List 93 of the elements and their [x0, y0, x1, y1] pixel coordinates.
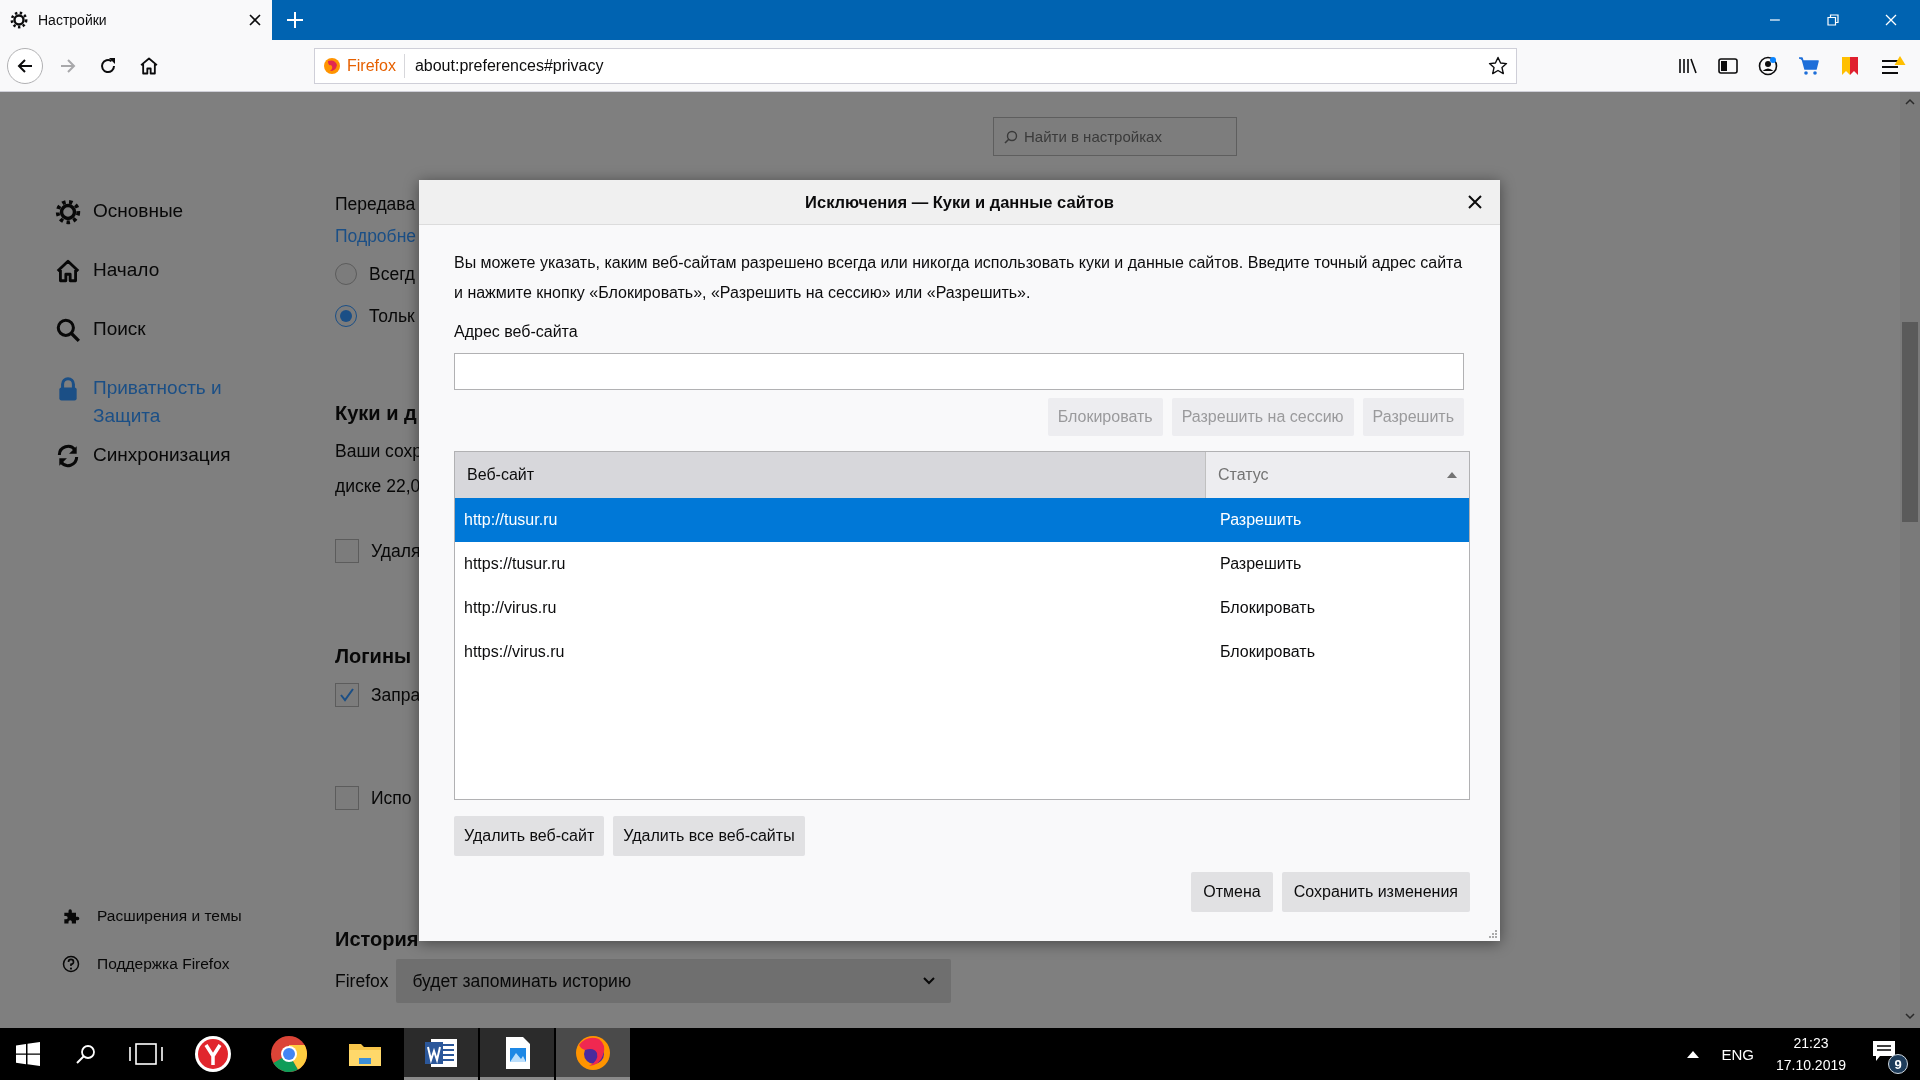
checkbox-label: Испо	[371, 787, 412, 809]
status-cell-text: Разрешить	[1219, 555, 1303, 573]
site-cell-text: https://virus.ru	[463, 643, 566, 661]
caret-up-icon[interactable]	[1687, 1050, 1700, 1058]
clock[interactable]: 21:23 17.10.2019	[1775, 1032, 1846, 1076]
notification-icon	[1872, 1040, 1896, 1062]
start-icon[interactable]	[16, 1042, 40, 1066]
section-heading: Куки и д	[335, 401, 417, 425]
help-icon	[61, 954, 81, 974]
status-cell-text: Блокировать	[1219, 599, 1316, 617]
task-view-icon[interactable]	[129, 1043, 163, 1065]
site-cell-text: http://virus.ru	[463, 599, 558, 617]
url-text: about:preferences#privacy	[414, 56, 605, 75]
search-placeholder: Найти в настройках	[1024, 128, 1162, 145]
section-heading: Логины	[335, 644, 412, 668]
search-field[interactable]: Найти в настройках	[993, 117, 1237, 156]
checkbox-label: Удаля	[371, 540, 421, 562]
sidebar-icon[interactable]	[1718, 56, 1738, 75]
checkmark-icon	[339, 687, 355, 703]
home-icon[interactable]	[139, 55, 159, 76]
close-icon[interactable]	[1468, 195, 1482, 209]
gear-icon	[55, 199, 81, 225]
checkbox[interactable]	[335, 539, 359, 563]
status-cell-text: Блокировать	[1219, 643, 1316, 661]
account-icon[interactable]	[1758, 55, 1778, 76]
sidebar-item[interactable]: Поиск	[55, 315, 235, 363]
table-row[interactable]: http://tusur.ru Разрешить	[455, 498, 1469, 542]
menu-icon[interactable]	[1880, 54, 1906, 77]
table-row[interactable]: http://virus.ru Блокировать	[455, 586, 1469, 630]
back-button[interactable]	[7, 47, 43, 84]
history-select[interactable]: будет запоминать историю	[396, 959, 952, 1003]
save-button[interactable]: Сохранить изменения	[1281, 872, 1470, 912]
sync-icon	[55, 443, 81, 469]
status-cell-text: Разрешить	[1219, 511, 1303, 529]
sidebar-item[interactable]: Начало	[55, 256, 235, 304]
back-arrow-icon	[16, 56, 34, 75]
radio-label: Всегд	[369, 263, 415, 285]
checkbox[interactable]	[335, 683, 359, 707]
select-label: Firefox	[335, 970, 389, 992]
notification-count: 9	[1888, 1054, 1908, 1074]
column-header[interactable]: Веб-сайт	[455, 452, 1205, 498]
sidebar-link[interactable]: Расширения и темы	[55, 906, 335, 926]
checkbox[interactable]	[335, 786, 359, 810]
library-icon[interactable]	[1678, 56, 1698, 75]
home-icon	[55, 258, 81, 284]
dialog-description: Вы можете указать, каким веб-сайтам разрешено всегда или никогда использовать куки и данные сайтов. Введите точный адрес сайта и нажмите кнопку «Блокировать», «Разрешить на сессию» или «Разрешить».	[454, 253, 1464, 303]
sidebar-item[interactable]: Синхронизация	[55, 441, 235, 489]
close-icon[interactable]	[248, 13, 262, 27]
gear-icon	[10, 11, 28, 29]
setting-text: Передава	[335, 193, 416, 215]
radio-label: Тольк	[369, 305, 415, 327]
section-heading: История	[335, 927, 419, 951]
clock-time: 21:23	[1793, 1034, 1829, 1053]
remove-all-sites-button[interactable]: Удалить все веб-сайты	[613, 816, 805, 856]
site-cell-text: http://tusur.ru	[463, 511, 559, 529]
setting-text: диске 22,0	[335, 475, 421, 497]
restore-icon[interactable]	[1827, 14, 1839, 26]
dialog-title: Исключения — Куки и данные сайтов	[805, 192, 1114, 212]
chevron-down-icon	[923, 977, 936, 985]
browser-tab[interactable]: Настройки	[0, 0, 272, 40]
sidebar-link[interactable]: Поддержка Firefox	[55, 954, 335, 974]
radio-button[interactable]	[335, 263, 357, 285]
checkbox-label: Запра	[371, 684, 421, 706]
identity-label: Firefox	[347, 56, 396, 75]
table-row[interactable]: https://virus.ru Блокировать	[455, 630, 1469, 674]
cart-icon[interactable]	[1798, 55, 1820, 76]
puzzle-icon	[61, 906, 81, 926]
resize-grip-icon[interactable]	[1487, 928, 1497, 938]
address-input[interactable]	[454, 353, 1464, 390]
language-indicator[interactable]: ENG	[1721, 1045, 1754, 1063]
identity-box[interactable]: Firefox	[323, 53, 405, 78]
search-icon	[55, 317, 81, 343]
new-tab-icon[interactable]	[286, 11, 304, 29]
site-cell-text: https://tusur.ru	[463, 555, 567, 573]
address-label: Адрес веб-сайта	[454, 322, 579, 342]
bookmark-flag-icon[interactable]	[1840, 55, 1860, 76]
address-bar[interactable]: Firefox about:preferences#privacy	[314, 47, 1517, 84]
column-header[interactable]: Статус	[1205, 452, 1469, 498]
search-icon	[1004, 129, 1018, 144]
bookmark-star-icon[interactable]	[1488, 55, 1508, 76]
chrome-icon[interactable]	[269, 1034, 309, 1074]
browser-icon[interactable]	[193, 1034, 233, 1074]
table-row[interactable]: https://tusur.ru Разрешить	[455, 542, 1469, 586]
tab-title: Настройки	[38, 12, 108, 28]
radio-button[interactable]	[335, 305, 357, 327]
browser-logo-icon	[323, 56, 341, 75]
cancel-button[interactable]: Отмена	[1191, 872, 1273, 912]
search-icon[interactable]	[76, 1044, 96, 1064]
remove-site-button[interactable]: Удалить веб-сайт	[454, 816, 605, 856]
reload-icon[interactable]	[99, 56, 117, 75]
clock-date: 17.10.2019	[1775, 1056, 1846, 1075]
sidebar-item[interactable]: Основные	[55, 197, 235, 245]
notification-button[interactable]: 9	[1868, 1034, 1908, 1074]
